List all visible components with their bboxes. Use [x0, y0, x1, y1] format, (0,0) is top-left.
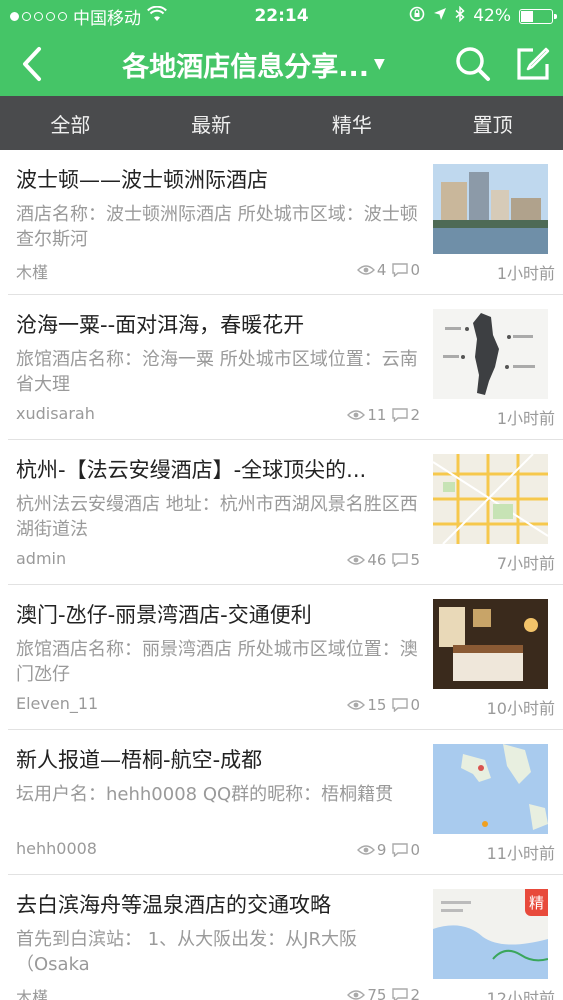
post-excerpt: 坛用户名：hehh0008 QQ群的昵称：梧桐籍贯: [16, 784, 394, 805]
post-author: 木槿: [16, 263, 49, 282]
comment-icon: [392, 698, 409, 712]
comment-icon: [392, 843, 409, 857]
post-stats: 4 0: [338, 261, 420, 279]
post-item[interactable]: 波士顿——波士顿洲际酒店 酒店名称：波士顿洲际酒店 所处城市区域：波士顿查尔斯河…: [8, 150, 563, 295]
eye-icon: [356, 844, 375, 856]
tab-label: 全部: [50, 112, 91, 137]
post-item[interactable]: 杭州-【法云安缦酒店】-全球顶尖的... 杭州法云安缦酒店 地址：杭州市西湖风景…: [8, 440, 563, 585]
compose-icon: [517, 47, 550, 80]
post-time: 1小时前: [496, 264, 555, 283]
post-stats: 46 5: [338, 551, 420, 569]
status-bar: 中国移动 22:14 42%: [0, 0, 563, 32]
view-count: 4: [376, 261, 387, 279]
post-title: 澳门-氹仔-丽景湾酒店-交通便利: [16, 603, 312, 627]
post-title: 新人报道—梧桐-航空-成都: [16, 748, 263, 772]
post-stats: 15 0: [338, 696, 420, 714]
post-thumbnail-lake-map: [433, 309, 548, 399]
search-icon: [456, 47, 490, 81]
eye-icon: [347, 554, 366, 566]
search-button[interactable]: [443, 32, 503, 96]
comment-count: 0: [410, 696, 420, 714]
post-stats: 11 2: [338, 406, 420, 424]
featured-badge: 精: [524, 889, 548, 916]
tab-label: 置顶: [472, 112, 513, 137]
post-item[interactable]: 去白滨海舟等温泉酒店的交通攻略 首先到白滨站： 1、从大阪出发：从JR大阪（Os…: [8, 875, 563, 1000]
post-thumbnail-street-map: [433, 454, 548, 544]
post-author: xudisarah: [16, 404, 95, 423]
post-time: 7小时前: [496, 554, 555, 573]
battery-icon: [519, 8, 557, 24]
post-author: 木槿: [16, 988, 49, 1000]
comment-icon: [392, 988, 409, 1000]
post-thumbnail-sea-map: [433, 744, 548, 834]
view-count: 9: [376, 841, 387, 859]
post-stats: 75 2: [338, 986, 420, 1000]
post-excerpt: 首先到白滨站： 1、从大阪出发：从JR大阪（Osaka: [16, 929, 357, 975]
eye-icon: [347, 409, 366, 421]
comment-count: 5: [410, 551, 420, 569]
location-arrow-icon: [433, 6, 447, 26]
post-title: 杭州-【法云安缦酒店】-全球顶尖的...: [16, 458, 367, 482]
post-item[interactable]: 澳门-氹仔-丽景湾酒店-交通便利 旅馆酒店名称：丽景湾酒店 所处城市区域位置：澳…: [8, 585, 563, 730]
post-thumbnail-hotel-room-photo: [433, 599, 548, 689]
dropdown-caret-icon: ▼: [374, 56, 385, 72]
back-chevron-icon: [23, 47, 41, 81]
eye-icon: [347, 989, 366, 1000]
post-author: admin: [16, 549, 67, 568]
battery-percent: 42%: [473, 6, 511, 26]
back-button[interactable]: [0, 32, 64, 96]
view-count: 75: [367, 986, 387, 1000]
wifi-icon: [147, 5, 167, 27]
comment-icon: [392, 263, 409, 277]
post-title: 去白滨海舟等温泉酒店的交通攻略: [16, 893, 331, 917]
post-excerpt: 杭州法云安缦酒店 地址：杭州市西湖风景名胜区西湖街道法: [16, 494, 418, 540]
post-excerpt: 酒店名称：波士顿洲际酒店 所处城市区域：波士顿查尔斯河: [16, 204, 418, 250]
bluetooth-icon: [455, 5, 465, 27]
comment-count: 0: [410, 261, 420, 279]
signal-strength-icon: [10, 11, 67, 21]
comment-icon: [392, 408, 409, 422]
comment-count: 0: [410, 841, 420, 859]
view-count: 46: [367, 551, 387, 569]
tab-label: 精华: [331, 112, 372, 137]
tab-latest[interactable]: 最新: [141, 96, 282, 150]
comment-count: 2: [410, 406, 420, 424]
post-thumbnail-coast-map: 精: [433, 889, 548, 979]
post-title: 沧海一粟--面对洱海，春暖花开: [16, 313, 305, 337]
post-time: 11小时前: [486, 844, 555, 863]
page-title: 各地酒店信息分享...: [122, 51, 369, 83]
tab-all[interactable]: 全部: [0, 96, 141, 150]
compose-button[interactable]: [503, 32, 563, 96]
tab-featured[interactable]: 精华: [282, 96, 423, 150]
post-author: hehh0008: [16, 839, 97, 858]
post-excerpt: 旅馆酒店名称：丽景湾酒店 所处城市区域位置：澳门氹仔: [16, 639, 418, 685]
eye-icon: [347, 699, 366, 711]
forum-selector[interactable]: 各地酒店信息分享... ▼: [64, 45, 443, 84]
view-count: 11: [367, 406, 387, 424]
comment-icon: [392, 553, 409, 567]
tab-pinned[interactable]: 置顶: [422, 96, 563, 150]
post-stats: 9 0: [338, 841, 420, 859]
tab-bar: 全部 最新 精华 置顶: [0, 96, 563, 150]
eye-icon: [356, 264, 375, 276]
post-list: 波士顿——波士顿洲际酒店 酒店名称：波士顿洲际酒店 所处城市区域：波士顿查尔斯河…: [0, 150, 563, 1000]
post-title: 波士顿——波士顿洲际酒店: [16, 168, 268, 192]
post-time: 12小时前: [486, 989, 555, 1000]
post-time: 10小时前: [486, 699, 555, 718]
rotation-lock-icon: [409, 6, 425, 27]
post-item[interactable]: 新人报道—梧桐-航空-成都 坛用户名：hehh0008 QQ群的昵称：梧桐籍贯 …: [8, 730, 563, 875]
post-thumbnail-city-photo: [433, 164, 548, 254]
tab-label: 最新: [191, 112, 232, 137]
post-time: 1小时前: [496, 409, 555, 428]
post-author: Eleven_11: [16, 694, 99, 713]
view-count: 15: [367, 696, 387, 714]
comment-count: 2: [410, 986, 420, 1000]
nav-bar: 各地酒店信息分享... ▼: [0, 32, 563, 96]
post-item[interactable]: 沧海一粟--面对洱海，春暖花开 旅馆酒店名称：沧海一粟 所处城市区域位置：云南省…: [8, 295, 563, 440]
post-excerpt: 旅馆酒店名称：沧海一粟 所处城市区域位置：云南省大理: [16, 349, 418, 395]
carrier-name: 中国移动: [73, 8, 141, 29]
